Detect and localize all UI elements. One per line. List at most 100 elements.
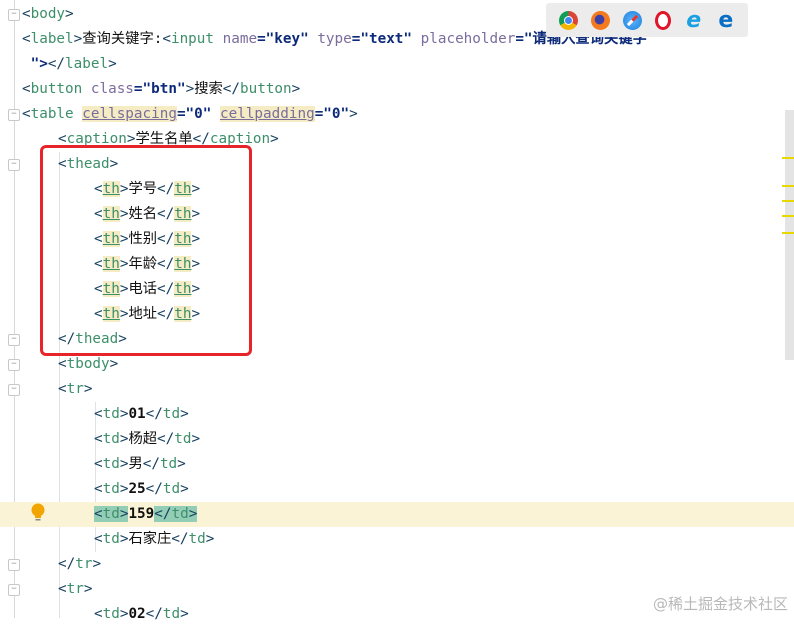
code-token: > bbox=[180, 406, 189, 422]
code-token: 159 bbox=[128, 506, 155, 522]
code-token: < bbox=[94, 606, 103, 622]
code-line-current[interactable]: <td>159</td> bbox=[0, 502, 794, 527]
code-text: <body> bbox=[22, 2, 74, 27]
code-token: td bbox=[162, 481, 181, 497]
code-token: > bbox=[73, 31, 83, 47]
code-line[interactable]: <table cellspacing="0" cellpadding="0"> bbox=[0, 102, 794, 127]
code-editor[interactable]: <body> <label>查询关键字:<input name="key" typ… bbox=[0, 0, 794, 622]
code-token: < bbox=[22, 31, 31, 47]
code-text: <td>02</td> bbox=[94, 602, 189, 627]
code-token: ="key" bbox=[257, 31, 318, 47]
code-text: <tr> bbox=[58, 577, 92, 602]
code-text: <td>25</td> bbox=[94, 477, 189, 502]
code-line[interactable]: <td>男</td> bbox=[0, 452, 794, 477]
code-token: < bbox=[22, 6, 31, 22]
browser-preview-toolbar: e e bbox=[546, 3, 748, 37]
code-token: cellpadding bbox=[220, 106, 315, 122]
fold-toggle-icon[interactable]: − bbox=[8, 359, 20, 371]
code-line[interactable]: <button class="btn">搜索</button> bbox=[0, 77, 794, 102]
fold-toggle-icon[interactable]: − bbox=[8, 109, 20, 121]
code-token: </ bbox=[222, 81, 240, 97]
code-line[interactable]: </tr> bbox=[0, 552, 794, 577]
scrollbar[interactable] bbox=[785, 110, 794, 360]
code-token: > bbox=[109, 356, 119, 372]
code-text: <td>男</td> bbox=[94, 452, 186, 477]
code-token: td bbox=[102, 406, 120, 422]
code-token: body bbox=[30, 6, 66, 22]
fold-toggle-icon[interactable]: − bbox=[8, 334, 20, 346]
code-token: < bbox=[94, 481, 103, 497]
code-token: </ bbox=[145, 606, 163, 622]
code-token: 02 bbox=[128, 606, 146, 622]
code-token: name bbox=[222, 31, 258, 47]
code-token: td bbox=[162, 406, 181, 422]
code-token: > bbox=[188, 506, 198, 522]
code-token: td bbox=[188, 531, 206, 547]
code-token: > bbox=[65, 6, 74, 22]
code-token: td bbox=[102, 606, 120, 622]
code-token: td bbox=[102, 531, 120, 547]
code-token: </ bbox=[142, 456, 160, 472]
firefox-icon[interactable] bbox=[590, 10, 610, 30]
code-token: tr bbox=[66, 581, 84, 597]
code-text: <table cellspacing="0" cellpadding="0"> bbox=[22, 102, 358, 127]
code-token: button bbox=[240, 81, 292, 97]
code-text: </tr> bbox=[58, 552, 101, 577]
code-token: tr bbox=[75, 556, 93, 572]
code-token: td bbox=[162, 606, 181, 622]
error-stripe-mark[interactable] bbox=[782, 200, 794, 202]
code-token: > bbox=[180, 606, 189, 622]
fold-toggle-icon[interactable]: − bbox=[8, 584, 20, 596]
code-token: td bbox=[102, 431, 120, 447]
code-token: label bbox=[30, 31, 74, 47]
fold-toggle-icon[interactable]: − bbox=[8, 384, 20, 396]
error-stripe-mark[interactable] bbox=[782, 157, 794, 159]
fold-toggle-icon[interactable]: − bbox=[8, 559, 20, 571]
code-line[interactable]: "></label> bbox=[0, 52, 794, 77]
code-token: > bbox=[92, 556, 102, 572]
code-line[interactable]: <td>杨超</td> bbox=[0, 427, 794, 452]
code-token: table bbox=[30, 106, 83, 122]
code-token: </ bbox=[47, 56, 66, 72]
code-line[interactable]: <td>石家庄</td> bbox=[0, 527, 794, 552]
error-stripe-mark[interactable] bbox=[782, 215, 794, 217]
opera-icon[interactable] bbox=[655, 10, 672, 30]
code-token: label bbox=[65, 56, 109, 72]
code-token: 石家庄 bbox=[128, 531, 172, 547]
code-token: td bbox=[159, 456, 178, 472]
lightbulb-icon[interactable] bbox=[31, 503, 45, 523]
error-stripe-mark[interactable] bbox=[782, 185, 794, 187]
edge-icon[interactable]: e bbox=[716, 9, 735, 31]
code-token: td bbox=[102, 506, 120, 522]
code-text: <td>01</td> bbox=[94, 402, 189, 427]
code-token: < bbox=[58, 581, 67, 597]
fold-toggle-icon[interactable]: − bbox=[8, 9, 20, 21]
ie-icon[interactable]: e bbox=[684, 9, 703, 31]
watermark: @稀土掘金技术社区 bbox=[652, 595, 788, 613]
code-token: > bbox=[180, 481, 189, 497]
fold-toggle-icon[interactable]: − bbox=[8, 159, 20, 171]
code-line[interactable]: <td>01</td> bbox=[0, 402, 794, 427]
code-line[interactable]: <tr> bbox=[0, 377, 794, 402]
code-text: <td>石家庄</td> bbox=[94, 527, 214, 552]
code-token: 杨超 bbox=[128, 431, 158, 447]
code-line[interactable]: <td>25</td> bbox=[0, 477, 794, 502]
code-token: 搜索 bbox=[194, 81, 223, 97]
code-token: > bbox=[205, 531, 215, 547]
code-token: 男 bbox=[128, 456, 143, 472]
code-token: 25 bbox=[128, 481, 146, 497]
code-token: > bbox=[270, 131, 279, 147]
error-stripe-mark[interactable] bbox=[782, 232, 794, 234]
code-token: input bbox=[170, 31, 223, 47]
code-token: < bbox=[58, 381, 67, 397]
safari-icon[interactable] bbox=[622, 10, 642, 30]
code-token: < bbox=[58, 356, 67, 372]
code-token: type bbox=[317, 31, 352, 47]
code-token: > bbox=[177, 456, 186, 472]
code-token: < bbox=[22, 81, 31, 97]
code-token: < bbox=[94, 431, 103, 447]
code-token: class bbox=[90, 81, 134, 97]
code-token: > bbox=[349, 106, 358, 122]
code-token: > bbox=[108, 56, 117, 72]
chrome-icon[interactable] bbox=[558, 10, 578, 30]
